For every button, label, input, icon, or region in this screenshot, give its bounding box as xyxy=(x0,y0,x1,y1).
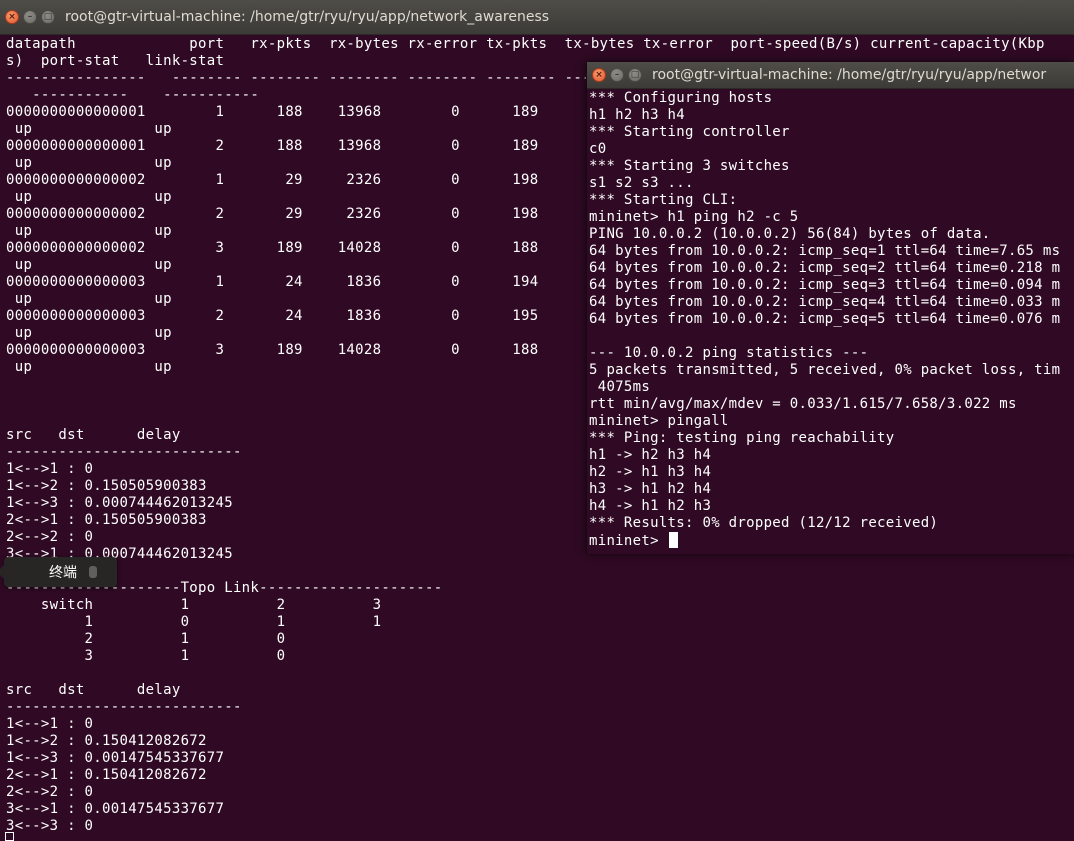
tooltip-label: 终端 xyxy=(49,565,77,581)
terminal-line: *** Starting controller xyxy=(589,124,790,140)
terminal-line: *** Ping: testing ping reachability xyxy=(589,430,895,446)
cursor-marker-icon xyxy=(5,832,14,841)
terminal-line: h1 -> h2 h3 h4 xyxy=(589,447,712,463)
terminal-prompt[interactable]: mininet> xyxy=(589,533,668,549)
terminal-line: s1 s2 s3 ... xyxy=(589,175,694,191)
terminal-line: 3<-->1 : 0.00147545337677 xyxy=(6,801,225,817)
close-icon[interactable]: × xyxy=(5,10,19,24)
terminal-line: 2<-->1 : 0.150505900383 xyxy=(6,512,207,528)
terminal-line: *** Results: 0% dropped (12/12 received) xyxy=(589,515,939,531)
window-title: root@gtr-virtual-machine: /home/gtr/ryu/… xyxy=(65,9,550,25)
terminal-line: up up xyxy=(6,223,172,239)
terminal-line: up up xyxy=(6,291,172,307)
terminal-line: up up xyxy=(6,121,172,137)
terminal-line: PING 10.0.0.2 (10.0.0.2) 56(84) bytes of… xyxy=(589,226,991,242)
terminal-line: 0000000000000003 2 24 1836 0 195 xyxy=(6,308,539,324)
terminal-line: h3 -> h1 h2 h4 xyxy=(589,481,712,497)
terminal-line: 3 1 0 xyxy=(6,648,286,664)
minimize-icon[interactable]: – xyxy=(23,10,37,24)
terminal-line: 1<-->2 : 0.150505900383 xyxy=(6,478,207,494)
terminal-line: 5 packets transmitted, 5 received, 0% pa… xyxy=(589,362,1061,378)
tooltip-indicator-icon xyxy=(89,566,97,578)
terminal-line: *** Starting CLI: xyxy=(589,192,738,208)
terminal-line: mininet> pingall xyxy=(589,413,729,429)
text-cursor-icon xyxy=(668,532,678,548)
terminal-line: 2<-->2 : 0 xyxy=(6,784,94,800)
terminal-line: 0000000000000002 2 29 2326 0 198 xyxy=(6,206,539,222)
terminal-line: 1<-->2 : 0.150412082672 xyxy=(6,733,207,749)
terminal-line: s) port-stat link-stat xyxy=(6,53,225,69)
maximize-icon[interactable]: □ xyxy=(628,68,642,82)
launcher-tooltip: 终端 xyxy=(0,557,117,587)
terminal-line: 64 bytes from 10.0.0.2: icmp_seq=2 ttl=6… xyxy=(589,260,1061,276)
terminal-line: mininet> h1 ping h2 -c 5 xyxy=(589,209,799,225)
terminal-line: 0000000000000001 1 188 13968 0 189 xyxy=(6,104,539,120)
terminal-line: 0000000000000003 1 24 1836 0 194 xyxy=(6,274,539,290)
terminal-line: *** Configuring hosts xyxy=(589,90,773,106)
terminal-line: --- 10.0.0.2 ping statistics --- xyxy=(589,345,869,361)
terminal-line: up up xyxy=(6,359,172,375)
terminal-line: *** Starting 3 switches xyxy=(589,158,790,174)
terminal-line: switch 1 2 3 xyxy=(6,597,382,613)
terminal-line: 0000000000000002 3 189 14028 0 188 xyxy=(6,240,539,256)
terminal-line: up up xyxy=(6,155,172,171)
terminal-line: h2 -> h1 h3 h4 xyxy=(589,464,712,480)
terminal-line: up up xyxy=(6,325,172,341)
terminal-line: 0000000000000002 1 29 2326 0 198 xyxy=(6,172,539,188)
terminal-window-mininet[interactable]: × – □ root@gtr-virtual-machine: /home/gt… xyxy=(586,62,1074,554)
terminal-line: 64 bytes from 10.0.0.2: icmp_seq=3 ttl=6… xyxy=(589,277,1061,293)
terminal-line: 1<-->1 : 0 xyxy=(6,461,94,477)
terminal-line: datapath port rx-pkts rx-bytes rx-error … xyxy=(6,36,1045,52)
terminal-line: --------------------------- xyxy=(6,444,242,460)
terminal-line: up up xyxy=(6,257,172,273)
terminal-output[interactable]: *** Configuring hosts h1 h2 h3 h4 *** St… xyxy=(589,90,1074,550)
terminal-line: c0 xyxy=(589,141,607,157)
window-title: root@gtr-virtual-machine: /home/gtr/ryu/… xyxy=(652,67,1047,83)
titlebar[interactable]: × – □ root@gtr-virtual-machine: /home/gt… xyxy=(0,0,1074,35)
terminal-line: 3<-->3 : 0 xyxy=(6,818,94,834)
terminal-line: --------------------------- xyxy=(6,699,242,715)
terminal-line: 64 bytes from 10.0.0.2: icmp_seq=4 ttl=6… xyxy=(589,294,1061,310)
tooltip-arrow-icon xyxy=(0,565,4,579)
terminal-line: 4075ms xyxy=(589,379,651,395)
close-icon[interactable]: × xyxy=(592,68,606,82)
minimize-icon[interactable]: – xyxy=(610,68,624,82)
terminal-line: 1<-->3 : 0.000744462013245 xyxy=(6,495,233,511)
terminal-line: 64 bytes from 10.0.0.2: icmp_seq=1 ttl=6… xyxy=(589,243,1061,259)
terminal-line: h4 -> h1 h2 h3 xyxy=(589,498,712,514)
titlebar[interactable]: × – □ root@gtr-virtual-machine: /home/gt… xyxy=(587,62,1074,89)
terminal-line: 1<-->3 : 0.00147545337677 xyxy=(6,750,225,766)
terminal-line: 0000000000000001 2 188 13968 0 189 xyxy=(6,138,539,154)
terminal-line: rtt min/avg/max/mdev = 0.033/1.615/7.658… xyxy=(589,396,1017,412)
terminal-line: 0000000000000003 3 189 14028 0 188 xyxy=(6,342,539,358)
maximize-icon[interactable]: □ xyxy=(41,10,55,24)
terminal-line: 1 0 1 1 xyxy=(6,614,382,630)
terminal-line: 2<-->2 : 0 xyxy=(6,529,94,545)
terminal-line: 1<-->1 : 0 xyxy=(6,716,94,732)
terminal-line: 2 1 0 xyxy=(6,631,286,647)
terminal-line: h1 h2 h3 h4 xyxy=(589,107,686,123)
terminal-line: 2<-->1 : 0.150412082672 xyxy=(6,767,207,783)
terminal-line: src dst delay xyxy=(6,427,181,443)
terminal-line: 64 bytes from 10.0.0.2: icmp_seq=5 ttl=6… xyxy=(589,311,1061,327)
terminal-line: ----------- ----------- xyxy=(6,87,260,103)
terminal-line: src dst delay xyxy=(6,682,181,698)
terminal-line: up up xyxy=(6,189,172,205)
